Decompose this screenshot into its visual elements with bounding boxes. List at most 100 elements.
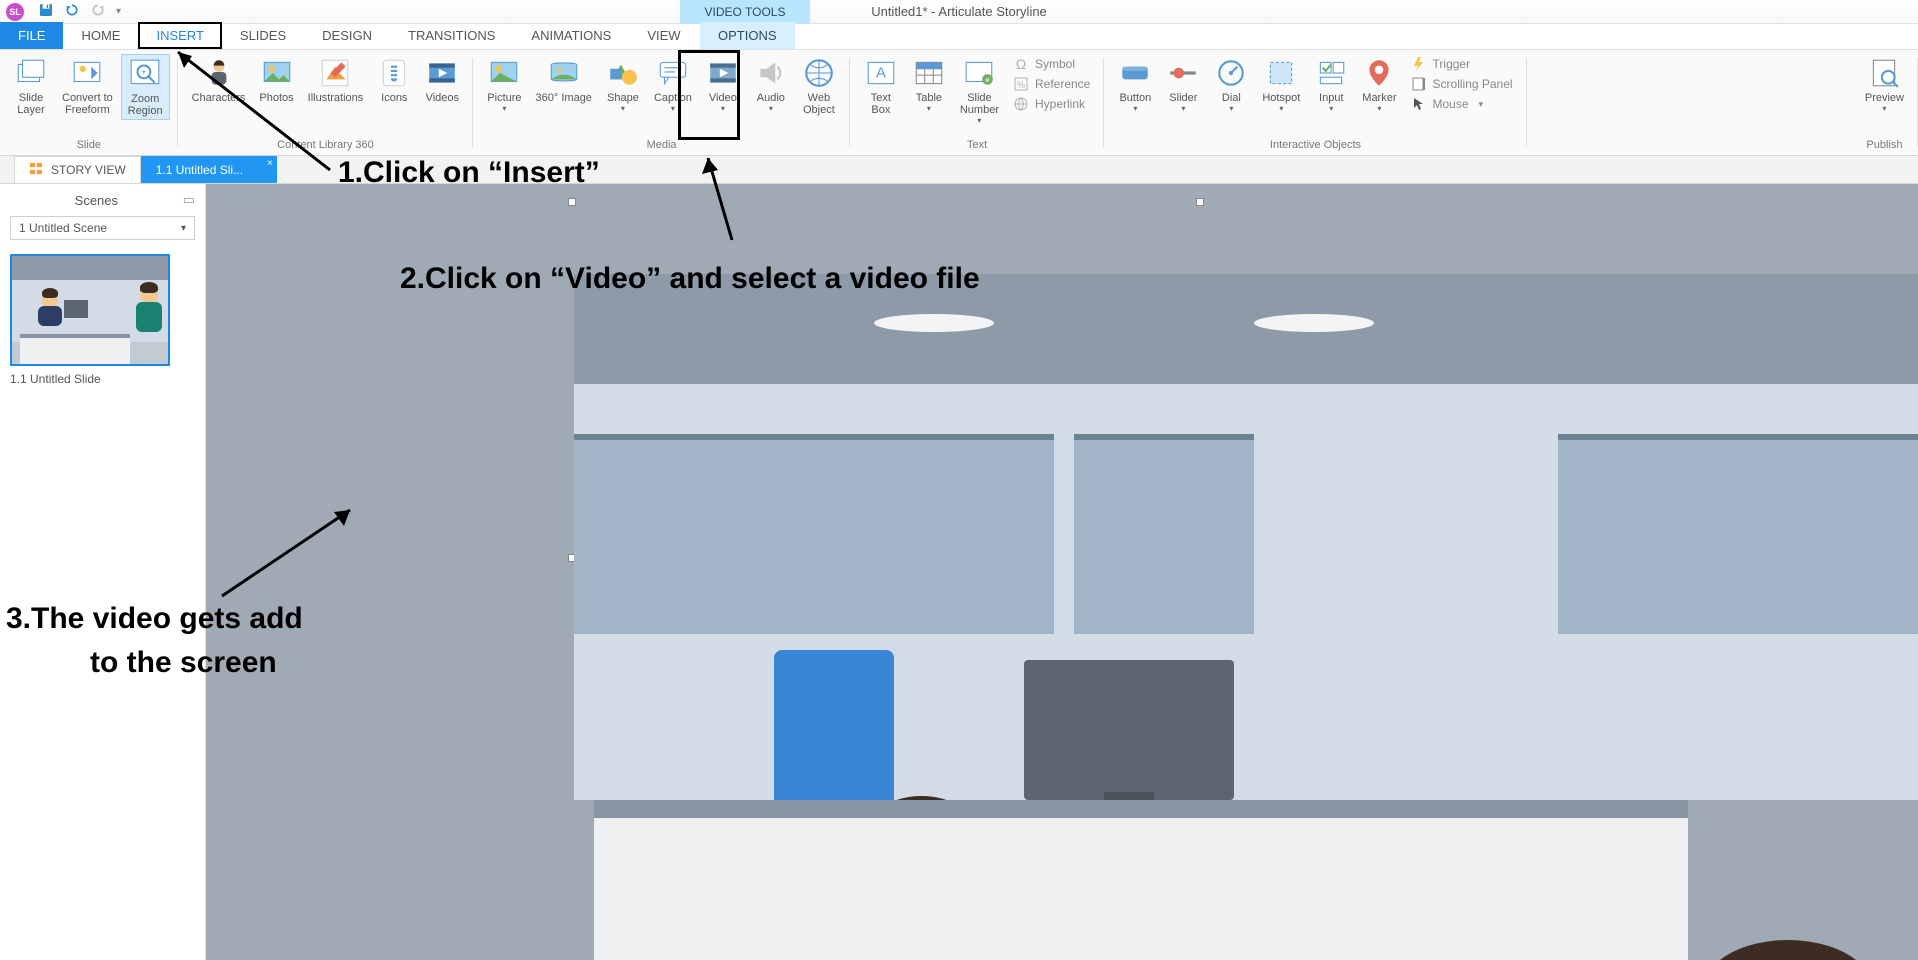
svg-text:%: % (1017, 80, 1025, 90)
save-icon[interactable] (38, 2, 54, 21)
thumbnail-label: 1.1 Untitled Slide (10, 372, 195, 386)
inserted-video-object[interactable] (574, 274, 1918, 960)
web-object-icon (802, 56, 836, 90)
videos-icon (425, 56, 459, 90)
selection-handle[interactable] (568, 198, 576, 206)
close-tab-icon[interactable]: × (267, 158, 273, 169)
photos-button[interactable]: Photos (253, 54, 299, 106)
slider-button[interactable]: Slider ▾ (1160, 54, 1206, 115)
chevron-down-icon: ▾ (181, 223, 186, 234)
chevron-down-icon: ▾ (502, 104, 506, 113)
undo-icon[interactable] (64, 2, 80, 21)
mouse-icon (1411, 96, 1427, 112)
preview-icon (1867, 56, 1901, 90)
hyperlink-button[interactable]: Hyperlink (1013, 96, 1090, 112)
reference-button[interactable]: %Reference (1013, 76, 1090, 92)
slide-canvas-area[interactable] (206, 184, 1918, 960)
input-button[interactable]: Input ▾ (1308, 54, 1354, 115)
caption-icon (656, 56, 690, 90)
chevron-down-icon: ▾ (671, 104, 675, 113)
group-label-publish: Publish (1859, 139, 1910, 153)
video-tools-contextual-tab[interactable]: VIDEO TOOLS (680, 0, 810, 24)
photos-icon (260, 56, 294, 90)
tab-slides[interactable]: SLIDES (222, 22, 304, 49)
picture-button[interactable]: Picture ▾ (481, 54, 527, 115)
illustrations-icon (318, 56, 352, 90)
chevron-down-icon: ▾ (927, 104, 931, 113)
tab-insert[interactable]: INSERT (138, 22, 221, 49)
scenes-panel-title: Scenes (75, 193, 118, 208)
slide-thumbnail[interactable] (10, 254, 170, 366)
slide-number-button[interactable]: # Slide Number ▾ (954, 54, 1005, 127)
caption-button[interactable]: Caption ▾ (648, 54, 698, 115)
tab-transitions[interactable]: TRANSITIONS (390, 22, 513, 49)
chevron-down-icon: ▾ (1181, 104, 1185, 113)
svg-text:+: + (141, 67, 147, 78)
tab-design[interactable]: DESIGN (304, 22, 390, 49)
ribbon-group-interactive: Button ▾ Slider ▾ Dial ▾ Hotspot ▾ Input (1104, 50, 1526, 155)
icons-icon (377, 56, 411, 90)
video-icon (706, 56, 740, 90)
panel-options-icon[interactable]: ▭ (183, 192, 195, 208)
preview-button[interactable]: Preview ▾ (1859, 54, 1910, 115)
reference-icon: % (1013, 76, 1029, 92)
ribbon-group-publish: Preview ▾ Publish (1851, 50, 1918, 155)
hyperlink-icon (1013, 96, 1029, 112)
slide-layer-icon (14, 56, 48, 90)
360-image-button[interactable]: 360° Image (530, 54, 598, 106)
scene-selector[interactable]: 1 Untitled Scene ▾ (10, 216, 195, 240)
text-box-button[interactable]: A Text Box (858, 54, 904, 118)
convert-freeform-button[interactable]: Convert to Freeform (56, 54, 119, 118)
redo-icon[interactable] (90, 2, 106, 21)
quick-access-toolbar: ▾ (38, 2, 121, 21)
illustrations-button[interactable]: Illustrations (302, 54, 370, 106)
chevron-down-icon: ▾ (769, 104, 773, 113)
ribbon-group-text: A Text Box Table ▾ # Slide Number ▾ ΩSym… (850, 50, 1105, 155)
view-tabstrip: STORY VIEW 1.1 Untitled Sli... × (0, 156, 1918, 184)
audio-button[interactable]: Audio ▾ (748, 54, 794, 115)
app-icon: SL (6, 3, 24, 21)
selection-handle[interactable] (1196, 198, 1204, 206)
group-label-text: Text (858, 139, 1097, 153)
story-view-tab[interactable]: STORY VIEW (14, 156, 141, 183)
tab-options[interactable]: OPTIONS (700, 22, 795, 49)
tab-view[interactable]: VIEW (629, 22, 698, 49)
chevron-down-icon: ▾ (1882, 104, 1886, 113)
shape-button[interactable]: Shape ▾ (600, 54, 646, 115)
slide-tab[interactable]: 1.1 Untitled Sli... × (141, 156, 277, 183)
marker-button[interactable]: Marker ▾ (1356, 54, 1402, 115)
mouse-button[interactable]: Mouse▾ (1411, 96, 1513, 112)
table-button[interactable]: Table ▾ (906, 54, 952, 115)
group-label-content-library: Content Library 360 (186, 139, 466, 153)
shape-icon (606, 56, 640, 90)
hotspot-button[interactable]: Hotspot ▾ (1256, 54, 1306, 115)
group-label-media: Media (481, 139, 842, 153)
qat-dropdown-icon[interactable]: ▾ (116, 6, 121, 17)
scrolling-panel-button[interactable]: Scrolling Panel (1411, 76, 1513, 92)
symbol-icon: Ω (1013, 56, 1029, 72)
tab-animations[interactable]: ANIMATIONS (513, 22, 629, 49)
picture-icon (487, 56, 521, 90)
tab-file[interactable]: FILE (0, 22, 63, 49)
chevron-down-icon: ▾ (1133, 104, 1137, 113)
slide-layer-button[interactable]: Slide Layer (8, 54, 54, 118)
button-button[interactable]: Button ▾ (1112, 54, 1158, 115)
web-object-button[interactable]: Web Object (796, 54, 842, 118)
dial-button[interactable]: Dial ▾ (1208, 54, 1254, 115)
button-icon (1118, 56, 1152, 90)
scenes-panel: Scenes ▭ 1 Untitled Scene ▾ 1.1 Untitled… (0, 184, 206, 960)
video-button[interactable]: Video ▾ (700, 54, 746, 115)
window-title: Untitled1* - Articulate Storyline (0, 4, 1918, 19)
characters-button[interactable]: Characters (186, 54, 252, 106)
ribbon: Slide Layer Convert to Freeform + Zoom R… (0, 50, 1918, 156)
ribbon-group-media: Picture ▾ 360° Image Shape ▾ Caption ▾ V… (473, 50, 850, 155)
svg-text:A: A (876, 65, 886, 81)
symbol-button[interactable]: ΩSymbol (1013, 56, 1090, 72)
svg-text:Ω: Ω (1016, 56, 1026, 72)
tab-home[interactable]: HOME (63, 22, 138, 49)
zoom-region-button[interactable]: + Zoom Region (121, 54, 170, 120)
videos-button[interactable]: Videos (419, 54, 465, 106)
trigger-button[interactable]: Trigger (1411, 56, 1513, 72)
icons-button[interactable]: Icons (371, 54, 417, 106)
hotspot-icon (1264, 56, 1298, 90)
